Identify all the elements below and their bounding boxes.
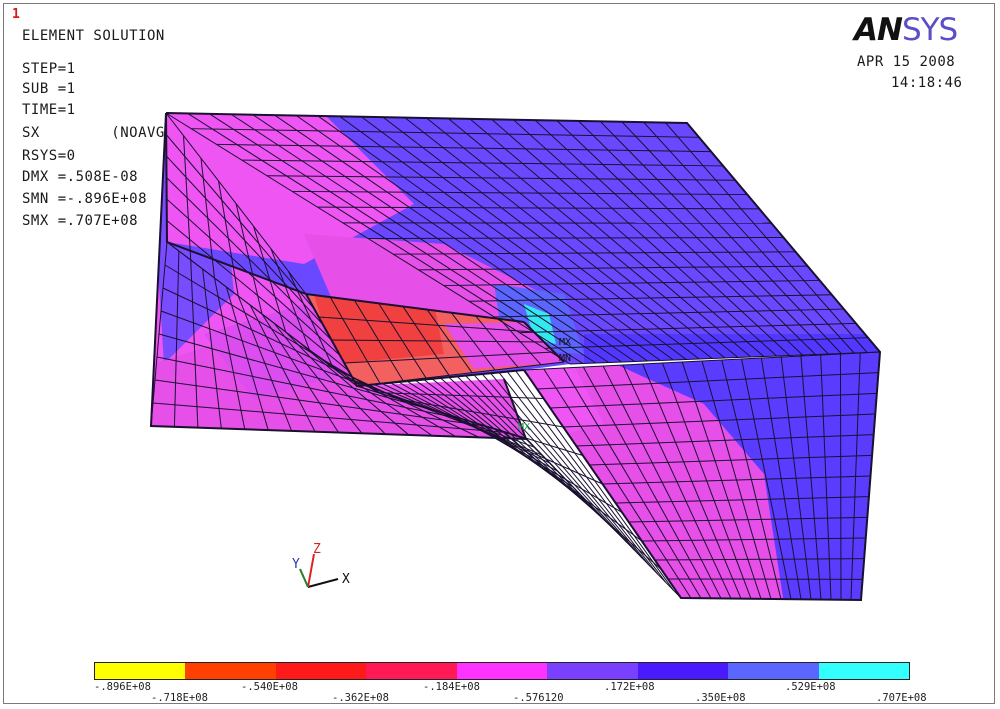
triad-y-label: Y bbox=[292, 557, 300, 572]
contour-legend-bar bbox=[94, 662, 910, 680]
label-mx-bottom: MX bbox=[518, 422, 530, 433]
legend-tick-top-2: -.540E+08 bbox=[241, 681, 298, 693]
fe-model-view[interactable]: MX MN MX X Z Y bbox=[4, 4, 996, 705]
label-mx-top: MX bbox=[559, 337, 571, 348]
graphics-window: 1 ELEMENT SOLUTION STEP=1 SUB =1 TIME=1 … bbox=[3, 3, 995, 704]
legend-band-9 bbox=[818, 663, 909, 679]
legend-band-5 bbox=[456, 663, 548, 679]
legend-band-4 bbox=[366, 663, 457, 679]
legend-tick-bottom-2: -.362E+08 bbox=[332, 692, 389, 704]
legend-tick-top-4: .172E+08 bbox=[604, 681, 655, 693]
legend-tick-bottom-1: -.718E+08 bbox=[151, 692, 208, 704]
legend-band-1 bbox=[95, 663, 186, 679]
legend-tick-bottom-5: .707E+08 bbox=[876, 692, 927, 704]
legend-tick-top-3: -.184E+08 bbox=[423, 681, 480, 693]
legend-band-8 bbox=[728, 663, 819, 679]
legend-tick-top-5: .529E+08 bbox=[785, 681, 836, 693]
legend-band-7 bbox=[637, 663, 729, 679]
coordinate-triad: X Z Y bbox=[292, 542, 350, 588]
label-mn: MN bbox=[559, 353, 571, 364]
legend-tick-bottom-3: -.576120 bbox=[513, 692, 564, 704]
legend-tick-bottom-4: .350E+08 bbox=[695, 692, 746, 704]
triad-z-label: Z bbox=[313, 542, 321, 557]
legend-band-2 bbox=[185, 663, 276, 679]
legend-band-3 bbox=[275, 663, 367, 679]
triad-x-label: X bbox=[342, 572, 350, 587]
legend-tick-top-1: -.896E+08 bbox=[94, 681, 151, 693]
legend-band-6 bbox=[547, 663, 638, 679]
